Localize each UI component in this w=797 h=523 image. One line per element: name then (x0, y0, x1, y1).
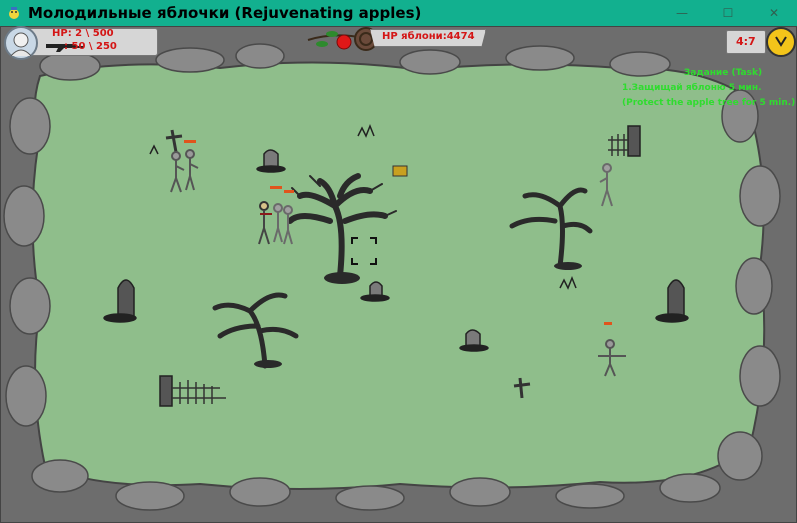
zombie-bottom-right (598, 322, 626, 377)
task-title: Задание (Task) (683, 68, 763, 78)
apple-tree-hp: HP яблони:4474 (382, 31, 475, 42)
task-line-1: 1.Защищай яблоню 5 мин. (622, 83, 762, 93)
grass-tufts (149, 123, 577, 290)
player-ammo: : 50 \ 250 (64, 41, 117, 52)
minimize-icon[interactable]: — (659, 0, 705, 26)
close-icon[interactable]: ✕ (751, 0, 797, 26)
crosshair (351, 237, 377, 265)
apple-tree-hud: HP яблони:4474 (300, 26, 490, 56)
player-and-zombies (258, 186, 294, 245)
ammo-pickup (392, 165, 408, 177)
maximize-icon[interactable]: ☐ (705, 0, 751, 26)
game-canvas[interactable]: HP: 2 \ 500 : 50 \ 250 HP яблони:4474 4:… (0, 26, 797, 523)
zombie-right (599, 163, 613, 207)
zombie-group-left (170, 140, 199, 193)
player-avatar-icon (4, 26, 38, 60)
apple-tree-roots (254, 262, 582, 368)
crosses (165, 129, 531, 399)
window-title: Молодильные яблочки (Rejuvenating apples… (28, 4, 422, 22)
timer-value: 4:7 (736, 35, 756, 48)
title-bar: Молодильные яблочки (Rejuvenating apples… (0, 0, 797, 26)
player-hp: HP: 2 \ 500 (52, 28, 114, 39)
game-app-icon (9, 7, 19, 19)
clock-icon (766, 27, 796, 57)
task-panel: Задание (Task) 1.Защищай яблоню 5 мин. (… (612, 66, 796, 111)
player-hud: HP: 2 \ 500 : 50 \ 250 (2, 26, 160, 64)
task-line-2: (Protect the apple tree for 5 min.) (622, 98, 796, 108)
rock-bumps (3, 43, 781, 511)
